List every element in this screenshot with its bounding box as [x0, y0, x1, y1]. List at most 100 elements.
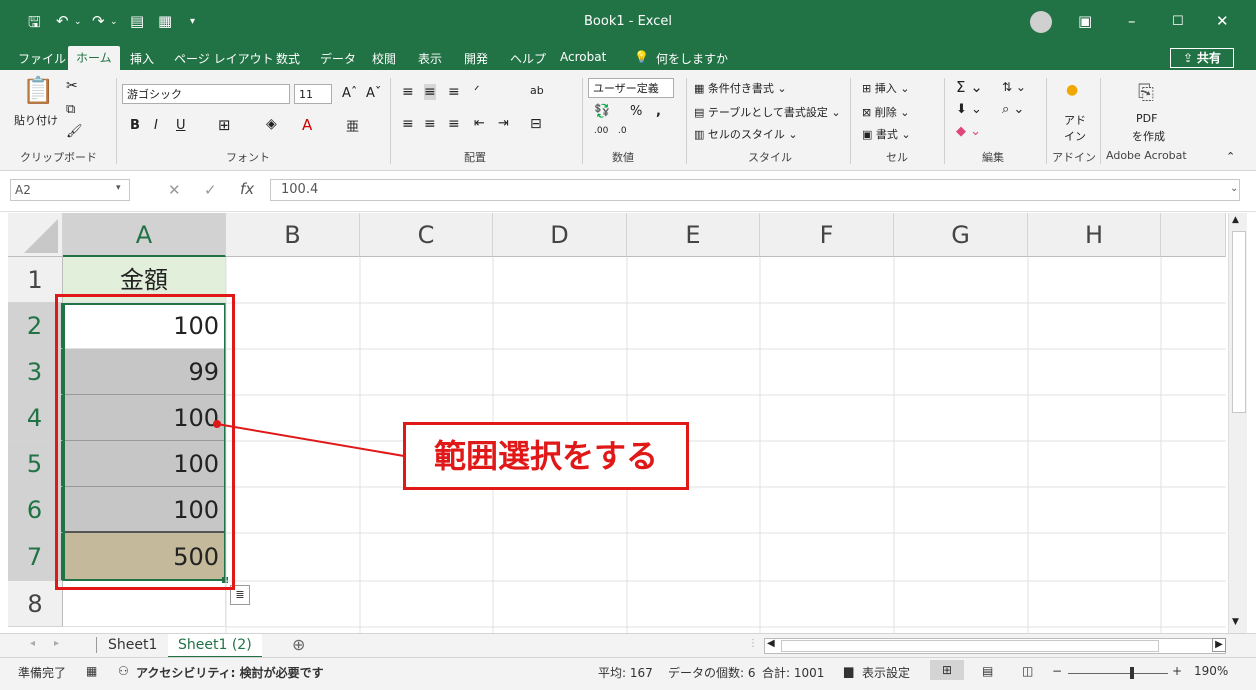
vertical-scrollbar[interactable]: ▲ ▼	[1228, 213, 1247, 633]
display-settings-button[interactable]: 表示設定	[862, 664, 910, 681]
zoom-out-icon[interactable]: −	[1052, 664, 1062, 678]
paste-button[interactable]: 貼り付け	[14, 112, 58, 128]
ribbon-display-icon[interactable]: ▣	[1078, 12, 1092, 30]
page-layout-view-icon[interactable]: ▤	[982, 664, 993, 678]
restore-button[interactable]: ☐	[1172, 14, 1184, 29]
tab-insert[interactable]: 挿入	[130, 50, 154, 67]
number-format-select[interactable]: ユーザー定義	[588, 78, 674, 98]
clear-icon[interactable]: ◆ ⌄	[956, 124, 981, 139]
macro-record-icon[interactable]: ▦	[86, 664, 97, 678]
cell-styles-button[interactable]: ▥ セルのスタイル ⌄	[694, 126, 798, 142]
comma-button[interactable]: ,	[656, 104, 661, 119]
paste-icon[interactable]: 📋	[22, 76, 54, 106]
tab-home[interactable]: ホーム	[68, 46, 120, 70]
conditional-format-button[interactable]: ▦ 条件付き書式 ⌄	[694, 80, 787, 96]
fill-color-icon[interactable]: ◈	[266, 116, 277, 132]
underline-icon[interactable]: U	[176, 118, 186, 133]
normal-view-icon[interactable]: ⊞	[930, 660, 964, 680]
minimize-button[interactable]: –	[1128, 12, 1136, 30]
align-right-icon[interactable]: ≡	[448, 116, 460, 132]
name-box-dropdown-icon[interactable]: ▾	[116, 183, 121, 193]
tab-data[interactable]: データ	[320, 50, 356, 67]
scroll-left-icon[interactable]: ◀	[767, 638, 775, 649]
formula-input[interactable]: 100.4	[270, 179, 1240, 201]
cancel-icon[interactable]: ✕	[168, 181, 181, 199]
undo-dropdown-icon[interactable]: ⌄	[74, 17, 82, 27]
tab-file[interactable]: ファイル	[18, 50, 66, 67]
next-sheet-icon[interactable]: ▸	[54, 638, 59, 649]
tab-developer[interactable]: 開発	[464, 50, 488, 67]
align-center-icon[interactable]: ≡	[424, 116, 436, 132]
status-sum[interactable]: 合計: 1001	[762, 664, 824, 681]
column-header-f[interactable]: F	[760, 213, 894, 257]
zoom-level[interactable]: 190%	[1194, 664, 1228, 678]
phonetic-icon[interactable]: 亜	[346, 116, 359, 135]
close-button[interactable]: ✕	[1216, 12, 1229, 30]
undo-icon[interactable]: ↶	[56, 12, 69, 30]
h-scroll-thumb[interactable]	[781, 640, 1159, 652]
scroll-thumb[interactable]	[1232, 231, 1246, 413]
format-as-table-button[interactable]: ▤ テーブルとして書式設定 ⌄	[694, 104, 841, 120]
tab-formulas[interactable]: 数式	[276, 50, 300, 67]
increase-decimal-icon[interactable]: .00	[594, 126, 608, 136]
tab-splitter-icon[interactable]: ⋮	[748, 638, 758, 649]
redo-icon[interactable]: ↷	[92, 12, 105, 30]
new-sheet-icon[interactable]: ⊕	[292, 635, 305, 654]
addin-line2[interactable]: イン	[1064, 128, 1086, 144]
status-count[interactable]: データの個数: 6	[668, 664, 756, 681]
find-icon[interactable]: ⌕ ⌄	[1002, 102, 1024, 117]
align-bottom-icon[interactable]: ≡	[448, 84, 460, 100]
page-break-view-icon[interactable]: ◫	[1022, 664, 1033, 678]
format-painter-icon[interactable]: 🖌	[66, 124, 83, 139]
align-top-icon[interactable]: ≡	[402, 84, 414, 100]
copy-icon[interactable]: ⧉	[66, 102, 75, 117]
zoom-slider-thumb[interactable]	[1130, 667, 1134, 679]
status-average[interactable]: 平均: 167	[598, 664, 653, 681]
column-header-c[interactable]: C	[360, 213, 493, 257]
insert-function-icon[interactable]: fx	[240, 180, 254, 198]
merge-center-icon[interactable]: ⊟	[530, 116, 542, 132]
borders-icon[interactable]: ⊞	[218, 116, 231, 134]
bold-icon[interactable]: B	[130, 118, 140, 133]
increase-font-icon[interactable]: Aˆ	[342, 86, 357, 101]
decrease-decimal-icon[interactable]: .0	[618, 126, 627, 136]
font-size-select[interactable]: 11	[294, 84, 332, 104]
addin-line1[interactable]: アド	[1064, 112, 1086, 128]
font-name-select[interactable]: 游ゴシック	[122, 84, 290, 104]
sort-filter-icon[interactable]: ⇅ ⌄	[1002, 80, 1026, 94]
format-cells-button[interactable]: ▣ 書式 ⌄	[862, 126, 911, 142]
expand-formula-bar-icon[interactable]: ⌄	[1230, 183, 1238, 194]
orientation-icon[interactable]: ᐟ	[474, 84, 480, 99]
addin-icon[interactable]: ●	[1066, 82, 1078, 98]
percent-button[interactable]: %	[630, 104, 642, 119]
align-left-icon[interactable]: ≡	[402, 116, 414, 132]
account-avatar-icon[interactable]	[1030, 11, 1052, 33]
cut-icon[interactable]: ✂	[66, 78, 78, 94]
tell-me-search[interactable]: 何をしますか	[656, 50, 728, 67]
zoom-in-icon[interactable]: +	[1172, 664, 1182, 678]
column-header-h[interactable]: H	[1028, 213, 1161, 257]
italic-icon[interactable]: I	[154, 118, 158, 133]
collapse-ribbon-icon[interactable]: ⌃	[1226, 150, 1235, 163]
column-header-d[interactable]: D	[493, 213, 627, 257]
delete-cells-button[interactable]: ⊠ 削除 ⌄	[862, 104, 909, 120]
column-header-a[interactable]: A	[63, 213, 226, 257]
align-middle-icon[interactable]: ≡	[424, 84, 436, 100]
column-header-b[interactable]: B	[226, 213, 360, 257]
horizontal-scrollbar[interactable]: ◀	[764, 638, 1226, 654]
decrease-font-icon[interactable]: Aˇ	[366, 86, 381, 101]
share-button[interactable]: ⇪ 共有	[1170, 48, 1234, 68]
column-header-i[interactable]	[1161, 213, 1226, 257]
autosum-icon[interactable]: Σ ⌄	[956, 78, 983, 96]
scroll-up-icon[interactable]: ▲	[1232, 215, 1239, 225]
customize-qat-icon[interactable]: ▾	[190, 16, 195, 27]
tab-page-layout[interactable]: ページ レイアウト	[174, 50, 274, 67]
column-header-e[interactable]: E	[627, 213, 760, 257]
fill-icon[interactable]: ⬇ ⌄	[956, 102, 982, 117]
create-pdf-icon[interactable]: ⎘	[1138, 80, 1154, 104]
tab-review[interactable]: 校閲	[372, 50, 396, 67]
form-icon[interactable]: ▦	[158, 12, 172, 30]
save-icon[interactable]: 🖫	[28, 12, 41, 37]
enter-icon[interactable]: ✓	[204, 181, 217, 199]
redo-dropdown-icon[interactable]: ⌄	[110, 17, 118, 27]
